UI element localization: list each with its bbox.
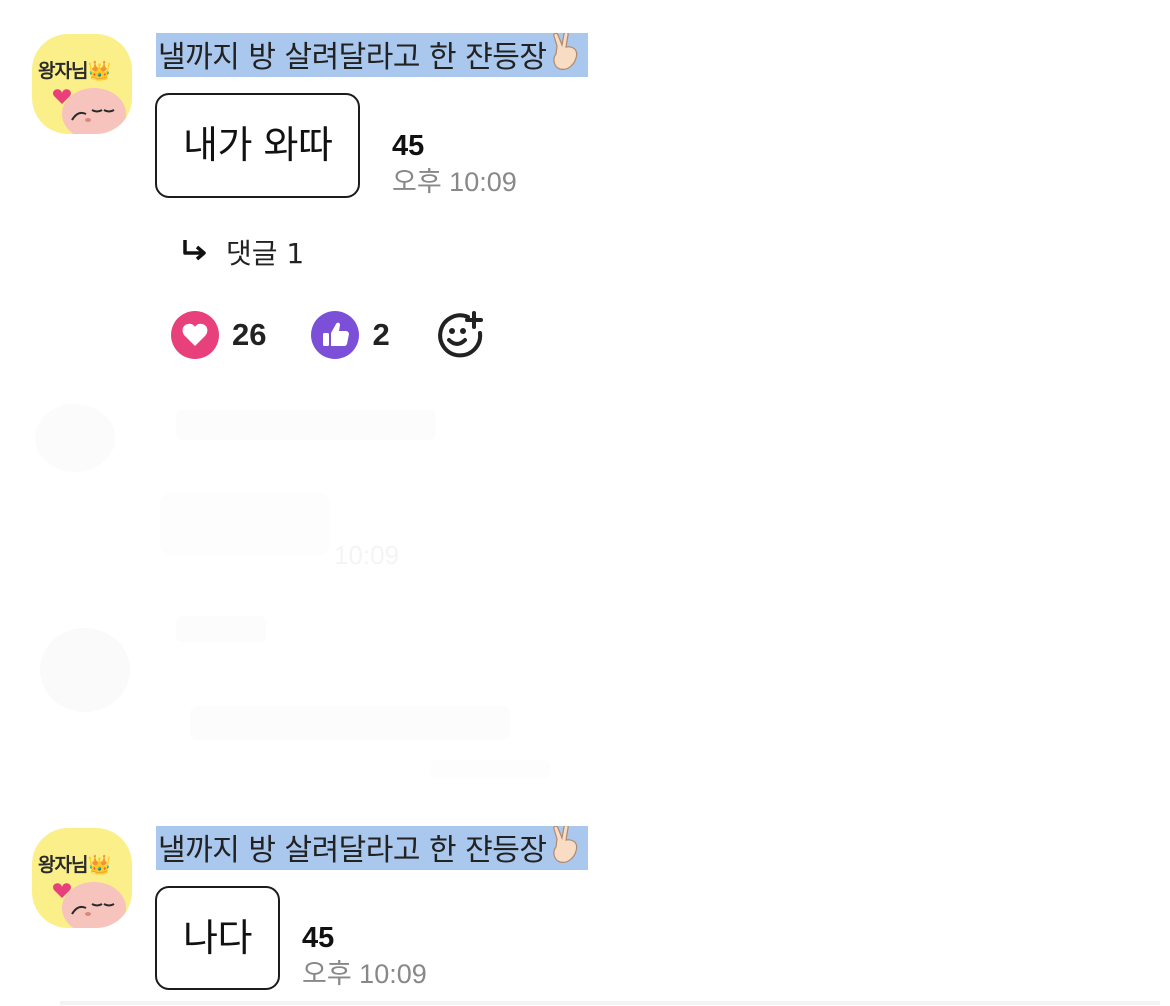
faded-time: 10:09	[334, 540, 400, 570]
thumbs-up-icon	[311, 311, 360, 359]
sender-name[interactable]: 낼까지 방 살려달라고 한 쟌등장	[156, 824, 589, 870]
add-reaction-button[interactable]	[434, 309, 486, 361]
reaction-thumbs-up[interactable]: 2	[310, 310, 390, 360]
peace-hand-icon	[550, 824, 584, 877]
message-meta: 45 오후 10:09	[302, 920, 427, 992]
sender-name-text: 낼까지 방 살려달라고 한 쟌등장	[158, 40, 547, 75]
message-bubble[interactable]: 내가 와따	[155, 93, 361, 198]
peach-character-icon	[53, 88, 126, 134]
profile-avatar[interactable]: 왕자님👑	[32, 828, 132, 928]
faded-message-area	[0, 380, 1170, 800]
sender-name-text: 낼까지 방 살려달라고 한 쟌등장	[158, 833, 547, 868]
reply-count-label: 댓글 1	[226, 237, 305, 270]
unread-count: 45	[302, 922, 335, 954]
reaction-count: 2	[372, 317, 390, 352]
profile-avatar[interactable]: 왕자님👑	[32, 34, 132, 134]
chat-message: 왕자님👑 낼까지 방 살려달라고 한 쟌등장 나다 45 오후 10:09	[0, 800, 1170, 1006]
reply-arrow-icon	[183, 240, 206, 261]
message-time: 오후 10:09	[392, 167, 517, 197]
peach-character-icon	[53, 882, 126, 928]
message-time: 오후 10:09	[302, 959, 427, 989]
avatar-label: 왕자님👑	[38, 854, 111, 876]
faded-background-art	[35, 404, 550, 778]
avatar-label: 왕자님👑	[38, 60, 111, 82]
message-meta: 45 오후 10:09	[392, 128, 517, 200]
reaction-count: 26	[232, 317, 267, 352]
reaction-bar: 26 2	[170, 310, 486, 360]
sender-name[interactable]: 낼까지 방 살려달라고 한 쟌등장	[156, 31, 589, 77]
unread-count: 45	[392, 130, 425, 162]
peace-hand-icon	[550, 31, 584, 84]
message-bubble[interactable]: 나다	[155, 886, 280, 990]
reaction-heart[interactable]: 26	[170, 310, 266, 360]
add-emoji-icon	[437, 311, 483, 358]
chat-message: 왕자님👑 낼까지 방 살려달라고 한 쟌등장 내가 와따 45 오후 10:09…	[0, 0, 1170, 380]
heart-icon	[171, 311, 219, 359]
bottom-divider	[60, 1001, 1160, 1005]
reply-thread-link[interactable]: 댓글 1	[180, 232, 304, 272]
